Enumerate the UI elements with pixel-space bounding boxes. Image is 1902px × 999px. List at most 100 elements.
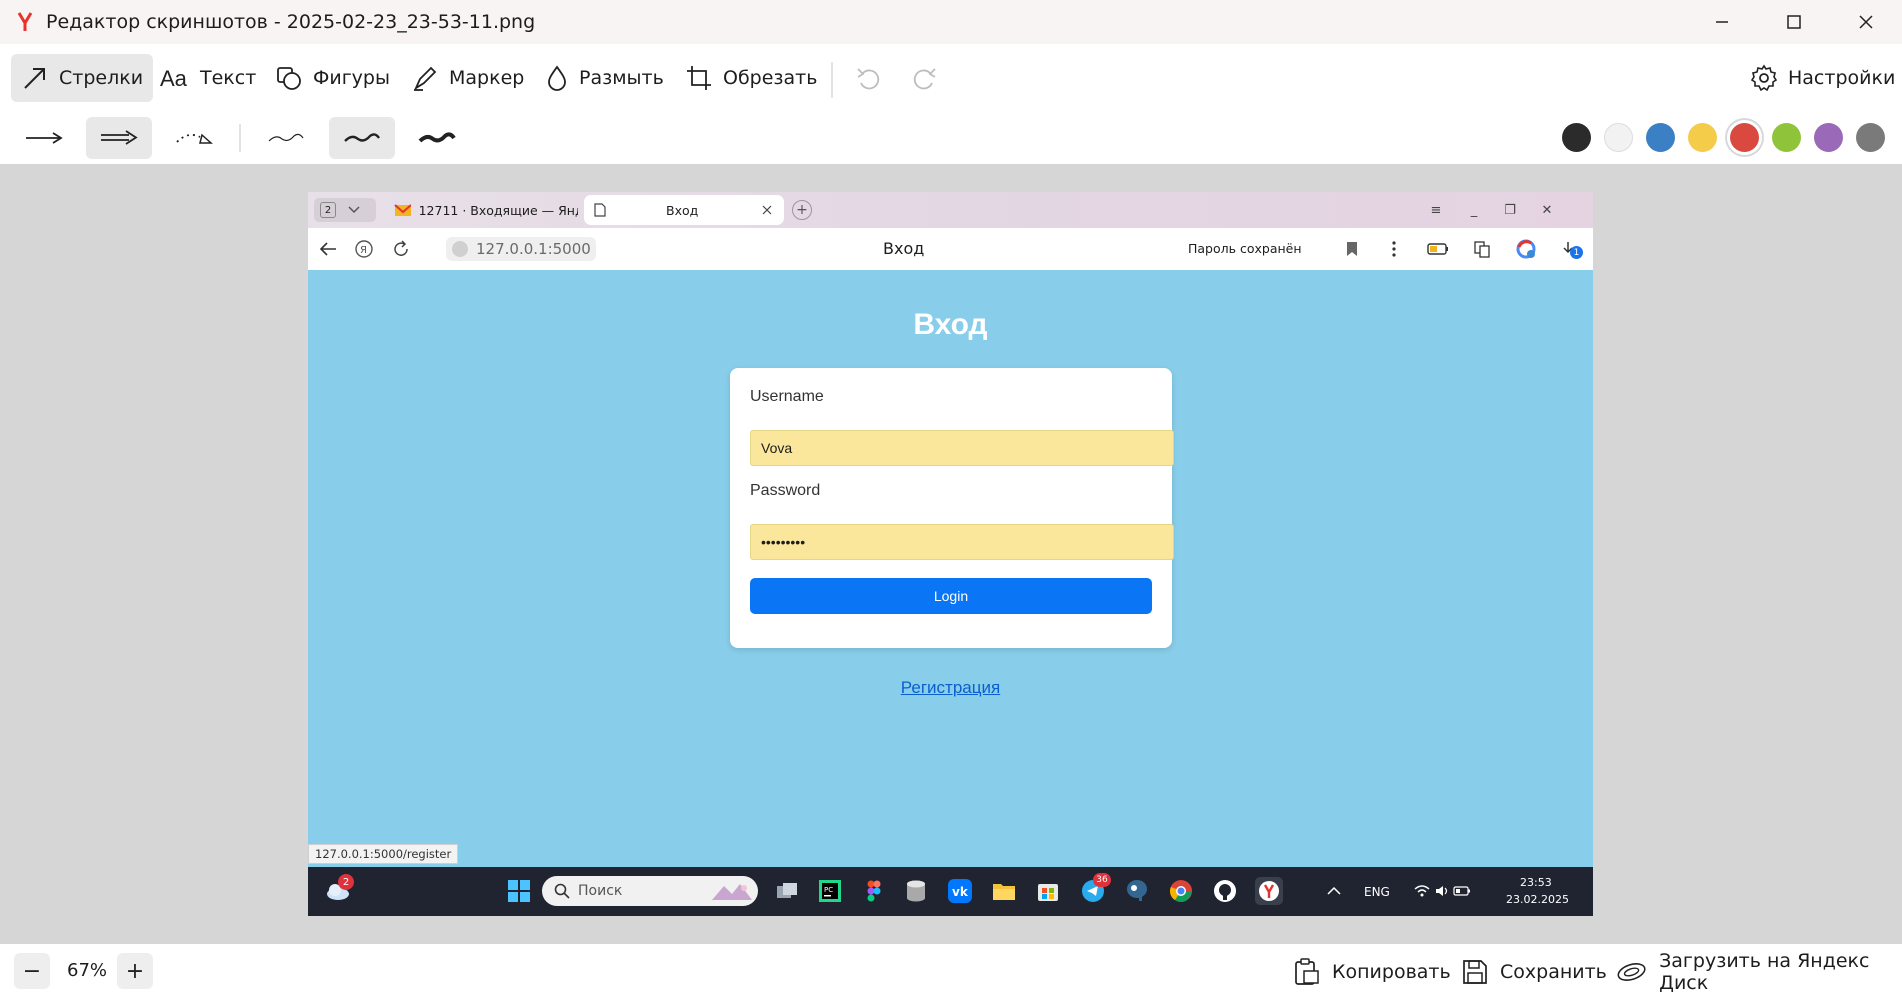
tool-text[interactable]: Aa Текст [150, 54, 266, 102]
postgresql-icon[interactable] [1123, 877, 1151, 905]
dotted-arrow-icon [176, 133, 213, 144]
yandex-browser-taskbar-icon[interactable] [1255, 877, 1283, 905]
collections-icon[interactable] [1471, 238, 1493, 260]
file-explorer-icon[interactable] [990, 877, 1018, 905]
tool-blur[interactable]: Размыть [535, 54, 674, 102]
new-tab-button[interactable]: + [792, 200, 812, 220]
window-title: Редактор скриншотов - 2025-02-23_23-53-1… [46, 11, 536, 33]
url-field[interactable]: 127.0.0.1:5000 [446, 237, 596, 261]
color-swatch-gray[interactable] [1856, 123, 1885, 152]
taskbar-search[interactable]: Поиск [542, 876, 758, 906]
medium-stroke-icon [344, 133, 380, 142]
battery-icon[interactable] [1448, 877, 1476, 905]
tool-marker[interactable]: Маркер [401, 54, 534, 102]
tool-shapes[interactable]: Фигуры [265, 54, 400, 102]
stroke-thin[interactable] [253, 117, 319, 159]
yandex-home-icon[interactable]: Я [353, 238, 375, 260]
browser-menu-icon[interactable]: ≡ [1425, 200, 1447, 220]
tool-text-label: Текст [200, 67, 257, 89]
maximize-button[interactable] [1758, 0, 1830, 44]
double-arrow-icon [101, 130, 138, 145]
svg-text:Aa: Aa [160, 66, 188, 91]
color-swatch-green[interactable] [1772, 123, 1801, 152]
password-input[interactable]: ••••••••• [750, 524, 1174, 560]
text-aa-icon: Aa [160, 66, 188, 91]
zoom-in-button[interactable]: + [117, 953, 153, 989]
reload-icon[interactable] [390, 238, 412, 260]
taskbar-time[interactable]: 23:53 [1520, 876, 1552, 889]
figma-icon[interactable] [860, 877, 888, 905]
options-divider [239, 124, 241, 152]
thin-arrow-icon [26, 132, 63, 144]
weather-widget-icon[interactable]: 2 [324, 874, 354, 905]
arrow-style-double[interactable] [86, 117, 152, 159]
color-swatch-red[interactable] [1730, 123, 1759, 152]
vk-icon[interactable]: vk [946, 877, 974, 905]
zoom-out-button[interactable]: − [14, 953, 50, 989]
url-text: 127.0.0.1:5000 [476, 240, 591, 258]
screenshot-image[interactable]: 2 12711 · Входящие — Янде Вход + ≡ _ ❐ ✕ [308, 192, 1593, 916]
telegram-badge: 36 [1093, 873, 1111, 887]
browser-close-icon[interactable]: ✕ [1536, 200, 1558, 220]
color-swatch-yellow[interactable] [1688, 123, 1717, 152]
username-input[interactable]: Vova [750, 430, 1174, 466]
minimize-icon [1716, 21, 1728, 23]
tool-crop[interactable]: Обрезать [675, 54, 827, 102]
downloads-icon[interactable]: 1 [1560, 238, 1583, 260]
chrome-icon[interactable] [1167, 877, 1195, 905]
site-info-icon[interactable] [452, 241, 468, 257]
microsoft-store-icon[interactable] [1034, 877, 1062, 905]
zoom-level: 67% [67, 960, 108, 981]
color-swatch-white[interactable] [1604, 123, 1633, 152]
save-button[interactable]: Сохранить [1462, 955, 1607, 989]
color-swatch-blue[interactable] [1646, 123, 1675, 152]
extension-icon[interactable] [1515, 238, 1537, 260]
windows-start-icon[interactable] [505, 877, 533, 905]
tray-chevron-up-icon[interactable] [1320, 877, 1348, 905]
close-button[interactable] [1830, 0, 1902, 44]
windows-taskbar: 2 Поиск PC vk 36 ENG 23:53 23.02.2025 [308, 867, 1593, 916]
more-menu-icon[interactable] [1383, 238, 1405, 260]
taskbar-date[interactable]: 23.02.2025 [1506, 893, 1569, 906]
copy-label: Копировать [1332, 961, 1451, 983]
battery-saver-icon[interactable] [1427, 238, 1449, 260]
tool-crop-label: Обрезать [723, 67, 818, 89]
browser-tab-mail[interactable]: 12711 · Входящие — Янде [388, 195, 578, 225]
telegram-icon[interactable]: 36 [1079, 873, 1111, 905]
password-saved-indicator[interactable]: Пароль сохранён [1188, 241, 1302, 256]
upload-yandex-disk-button[interactable]: Загрузить на Яндекс Диск [1616, 950, 1902, 994]
maximize-icon [1787, 15, 1801, 29]
editor-canvas[interactable]: 2 12711 · Входящие — Янде Вход + ≡ _ ❐ ✕ [0, 164, 1902, 944]
bookmark-icon[interactable] [1341, 238, 1363, 260]
tab-counter[interactable]: 2 [314, 198, 376, 222]
stroke-medium[interactable] [329, 117, 395, 159]
database-icon[interactable] [902, 877, 930, 905]
stroke-thick[interactable] [404, 117, 470, 159]
settings-button[interactable]: Настройки [1740, 54, 1902, 102]
color-swatch-black[interactable] [1562, 123, 1591, 152]
github-icon[interactable] [1211, 877, 1239, 905]
page-heading: Вход [913, 308, 988, 341]
minimize-button[interactable] [1686, 0, 1758, 44]
tool-arrows[interactable]: Стрелки [11, 54, 154, 102]
redo-icon [913, 68, 936, 90]
redo-button[interactable] [909, 62, 941, 94]
browser-minimize-icon[interactable]: _ [1463, 200, 1485, 220]
register-link[interactable]: Регистрация [308, 678, 1593, 698]
task-view-icon[interactable] [773, 877, 801, 905]
search-icon [554, 883, 570, 899]
pycharm-icon[interactable]: PC [816, 877, 844, 905]
clipboard-icon [1295, 958, 1319, 985]
tool-arrows-label: Стрелки [59, 67, 144, 89]
undo-button[interactable] [852, 62, 884, 94]
browser-tab-strip: 2 12711 · Входящие — Янде Вход + ≡ _ ❐ ✕ [308, 192, 1593, 228]
color-swatch-purple[interactable] [1814, 123, 1843, 152]
taskbar-language[interactable]: ENG [1364, 885, 1390, 899]
copy-button[interactable]: Копировать [1294, 955, 1451, 989]
browser-restore-icon[interactable]: ❐ [1499, 200, 1521, 220]
arrow-style-dotted[interactable] [161, 117, 227, 159]
login-button[interactable]: Login [750, 578, 1152, 614]
back-icon[interactable] [317, 238, 339, 260]
arrow-style-thin[interactable] [11, 117, 77, 159]
browser-tab-login[interactable]: Вход [584, 195, 784, 225]
